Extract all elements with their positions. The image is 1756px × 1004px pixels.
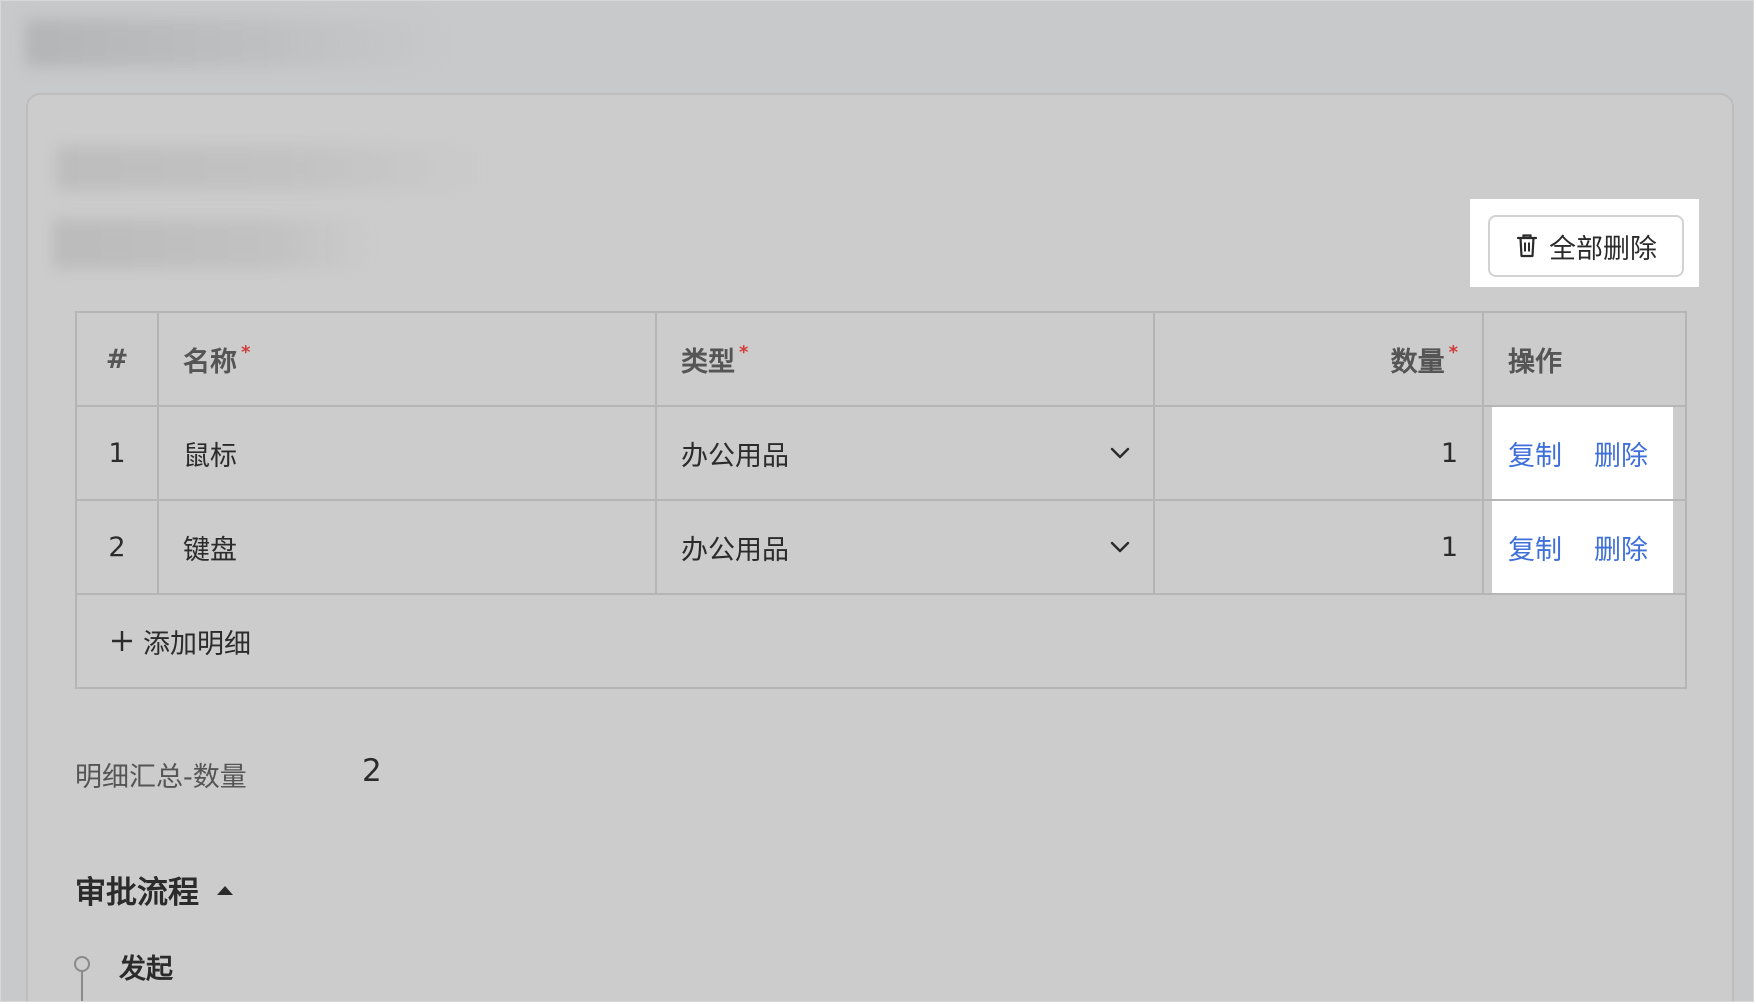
flow-node-icon bbox=[74, 956, 90, 972]
name-cell[interactable]: 键盘 bbox=[157, 499, 657, 595]
actions-highlight: 复制 删除 bbox=[1492, 407, 1673, 499]
flow-step-label: 发起 bbox=[119, 954, 173, 985]
add-row-cell: 添加明细 bbox=[75, 593, 1687, 689]
table-header-row: # 名称 * 类型 * 数量 * 操作 bbox=[75, 311, 1687, 407]
table-row: 1 鼠标 办公用品 1 复制 删除 bbox=[75, 405, 1687, 501]
copy-link[interactable]: 复制 bbox=[1508, 434, 1562, 473]
caret-up-icon bbox=[217, 885, 233, 895]
delete-all-button[interactable]: 全部删除 bbox=[1488, 215, 1684, 277]
required-mark: * bbox=[739, 341, 749, 363]
row-index: 1 bbox=[75, 405, 159, 501]
name-cell[interactable]: 鼠标 bbox=[157, 405, 657, 501]
required-mark: * bbox=[241, 341, 251, 363]
flow-connector bbox=[81, 972, 83, 1001]
blurred-header bbox=[25, 19, 445, 67]
detail-table: # 名称 * 类型 * 数量 * 操作 1 鼠标 办公用品 1 复制 删除 2 … bbox=[75, 311, 1687, 689]
chevron-down-icon bbox=[1110, 541, 1130, 553]
app-frame: 全部删除 # 名称 * 类型 * 数量 * 操作 1 鼠标 办公用品 1 复制 … bbox=[0, 0, 1754, 1002]
header-index: # bbox=[75, 311, 159, 407]
add-detail-button[interactable]: 添加明细 bbox=[111, 622, 251, 661]
actions-highlight: 复制 删除 bbox=[1492, 501, 1673, 593]
quantity-cell[interactable]: 1 bbox=[1153, 499, 1484, 595]
row-index: 2 bbox=[75, 499, 159, 595]
actions-cell: 复制 删除 bbox=[1482, 405, 1687, 501]
type-value: 办公用品 bbox=[681, 440, 789, 472]
approval-section-toggle[interactable]: 审批流程 bbox=[75, 867, 233, 912]
delete-all-label: 全部删除 bbox=[1549, 233, 1657, 265]
blurred-field-label bbox=[56, 146, 486, 190]
type-select[interactable]: 办公用品 bbox=[655, 405, 1155, 501]
header-actions: 操作 bbox=[1482, 311, 1687, 407]
type-value: 办公用品 bbox=[681, 534, 789, 566]
plus-icon bbox=[112, 631, 132, 651]
approval-title: 审批流程 bbox=[75, 875, 199, 911]
trash-icon bbox=[1516, 234, 1538, 258]
summary-label: 明细汇总-数量 bbox=[75, 762, 247, 793]
header-quantity: 数量 * bbox=[1153, 311, 1484, 407]
header-type: 类型 * bbox=[655, 311, 1155, 407]
chevron-down-icon bbox=[1110, 447, 1130, 459]
header-name: 名称 * bbox=[157, 311, 657, 407]
actions-cell: 复制 删除 bbox=[1482, 499, 1687, 595]
copy-link[interactable]: 复制 bbox=[1508, 528, 1562, 567]
delete-link[interactable]: 删除 bbox=[1594, 528, 1648, 567]
add-row: 添加明细 bbox=[75, 593, 1687, 689]
table-row: 2 键盘 办公用品 1 复制 删除 bbox=[75, 499, 1687, 595]
add-detail-label: 添加明细 bbox=[143, 628, 251, 660]
summary-value: 2 bbox=[362, 753, 382, 789]
type-select[interactable]: 办公用品 bbox=[655, 499, 1155, 595]
blurred-field-title bbox=[53, 219, 373, 269]
quantity-cell[interactable]: 1 bbox=[1153, 405, 1484, 501]
delete-link[interactable]: 删除 bbox=[1594, 434, 1648, 473]
required-mark: * bbox=[1448, 341, 1458, 363]
